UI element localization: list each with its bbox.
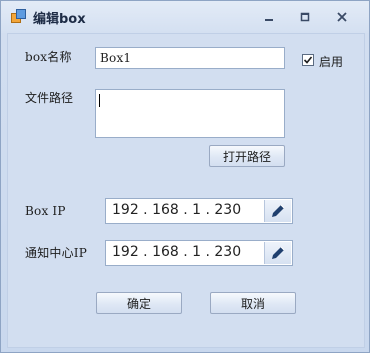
box-ip-field[interactable]: 192 . 168 . 1 . 230 [105, 198, 293, 224]
minimize-button[interactable] [259, 9, 279, 25]
edit-box-dialog: 编辑box box名称 Box1 启用 文件路径 打开路径 Box IP 192… [0, 0, 370, 353]
box-ip-value: 192 . 168 . 1 . 230 [112, 202, 242, 218]
box-ip-edit-button[interactable] [264, 200, 291, 222]
maximize-button[interactable] [295, 9, 315, 25]
pencil-icon [272, 246, 285, 259]
notify-ip-field[interactable]: 192 . 168 . 1 . 230 [105, 240, 293, 266]
app-window-icon [11, 9, 26, 23]
open-path-button[interactable]: 打开路径 [209, 145, 285, 167]
close-icon [337, 12, 347, 22]
text-caret [99, 94, 100, 107]
box-ip-label: Box IP [25, 204, 66, 218]
file-path-input[interactable] [95, 89, 285, 138]
box-name-input[interactable]: Box1 [95, 47, 285, 69]
dialog-body: box名称 Box1 启用 文件路径 打开路径 Box IP 192 . 168… [7, 33, 365, 348]
box-name-label: box名称 [25, 50, 72, 64]
notify-ip-value: 192 . 168 . 1 . 230 [112, 244, 242, 260]
maximize-icon [300, 12, 310, 22]
enable-checkbox[interactable] [302, 54, 314, 66]
file-path-label: 文件路径 [25, 91, 74, 105]
minimize-icon [265, 19, 273, 21]
pencil-icon [272, 204, 285, 217]
checkmark-icon [303, 56, 313, 64]
box-name-value: Box1 [100, 51, 132, 65]
window-title: 编辑box [33, 12, 86, 27]
cancel-button[interactable]: 取消 [210, 292, 296, 314]
notify-ip-edit-button[interactable] [264, 242, 291, 264]
enable-label: 启用 [319, 55, 344, 69]
title-bar[interactable]: 编辑box [1, 1, 369, 33]
close-button[interactable] [332, 9, 352, 25]
ok-button[interactable]: 确定 [96, 292, 182, 314]
notify-ip-label: 通知中心IP [25, 246, 88, 260]
